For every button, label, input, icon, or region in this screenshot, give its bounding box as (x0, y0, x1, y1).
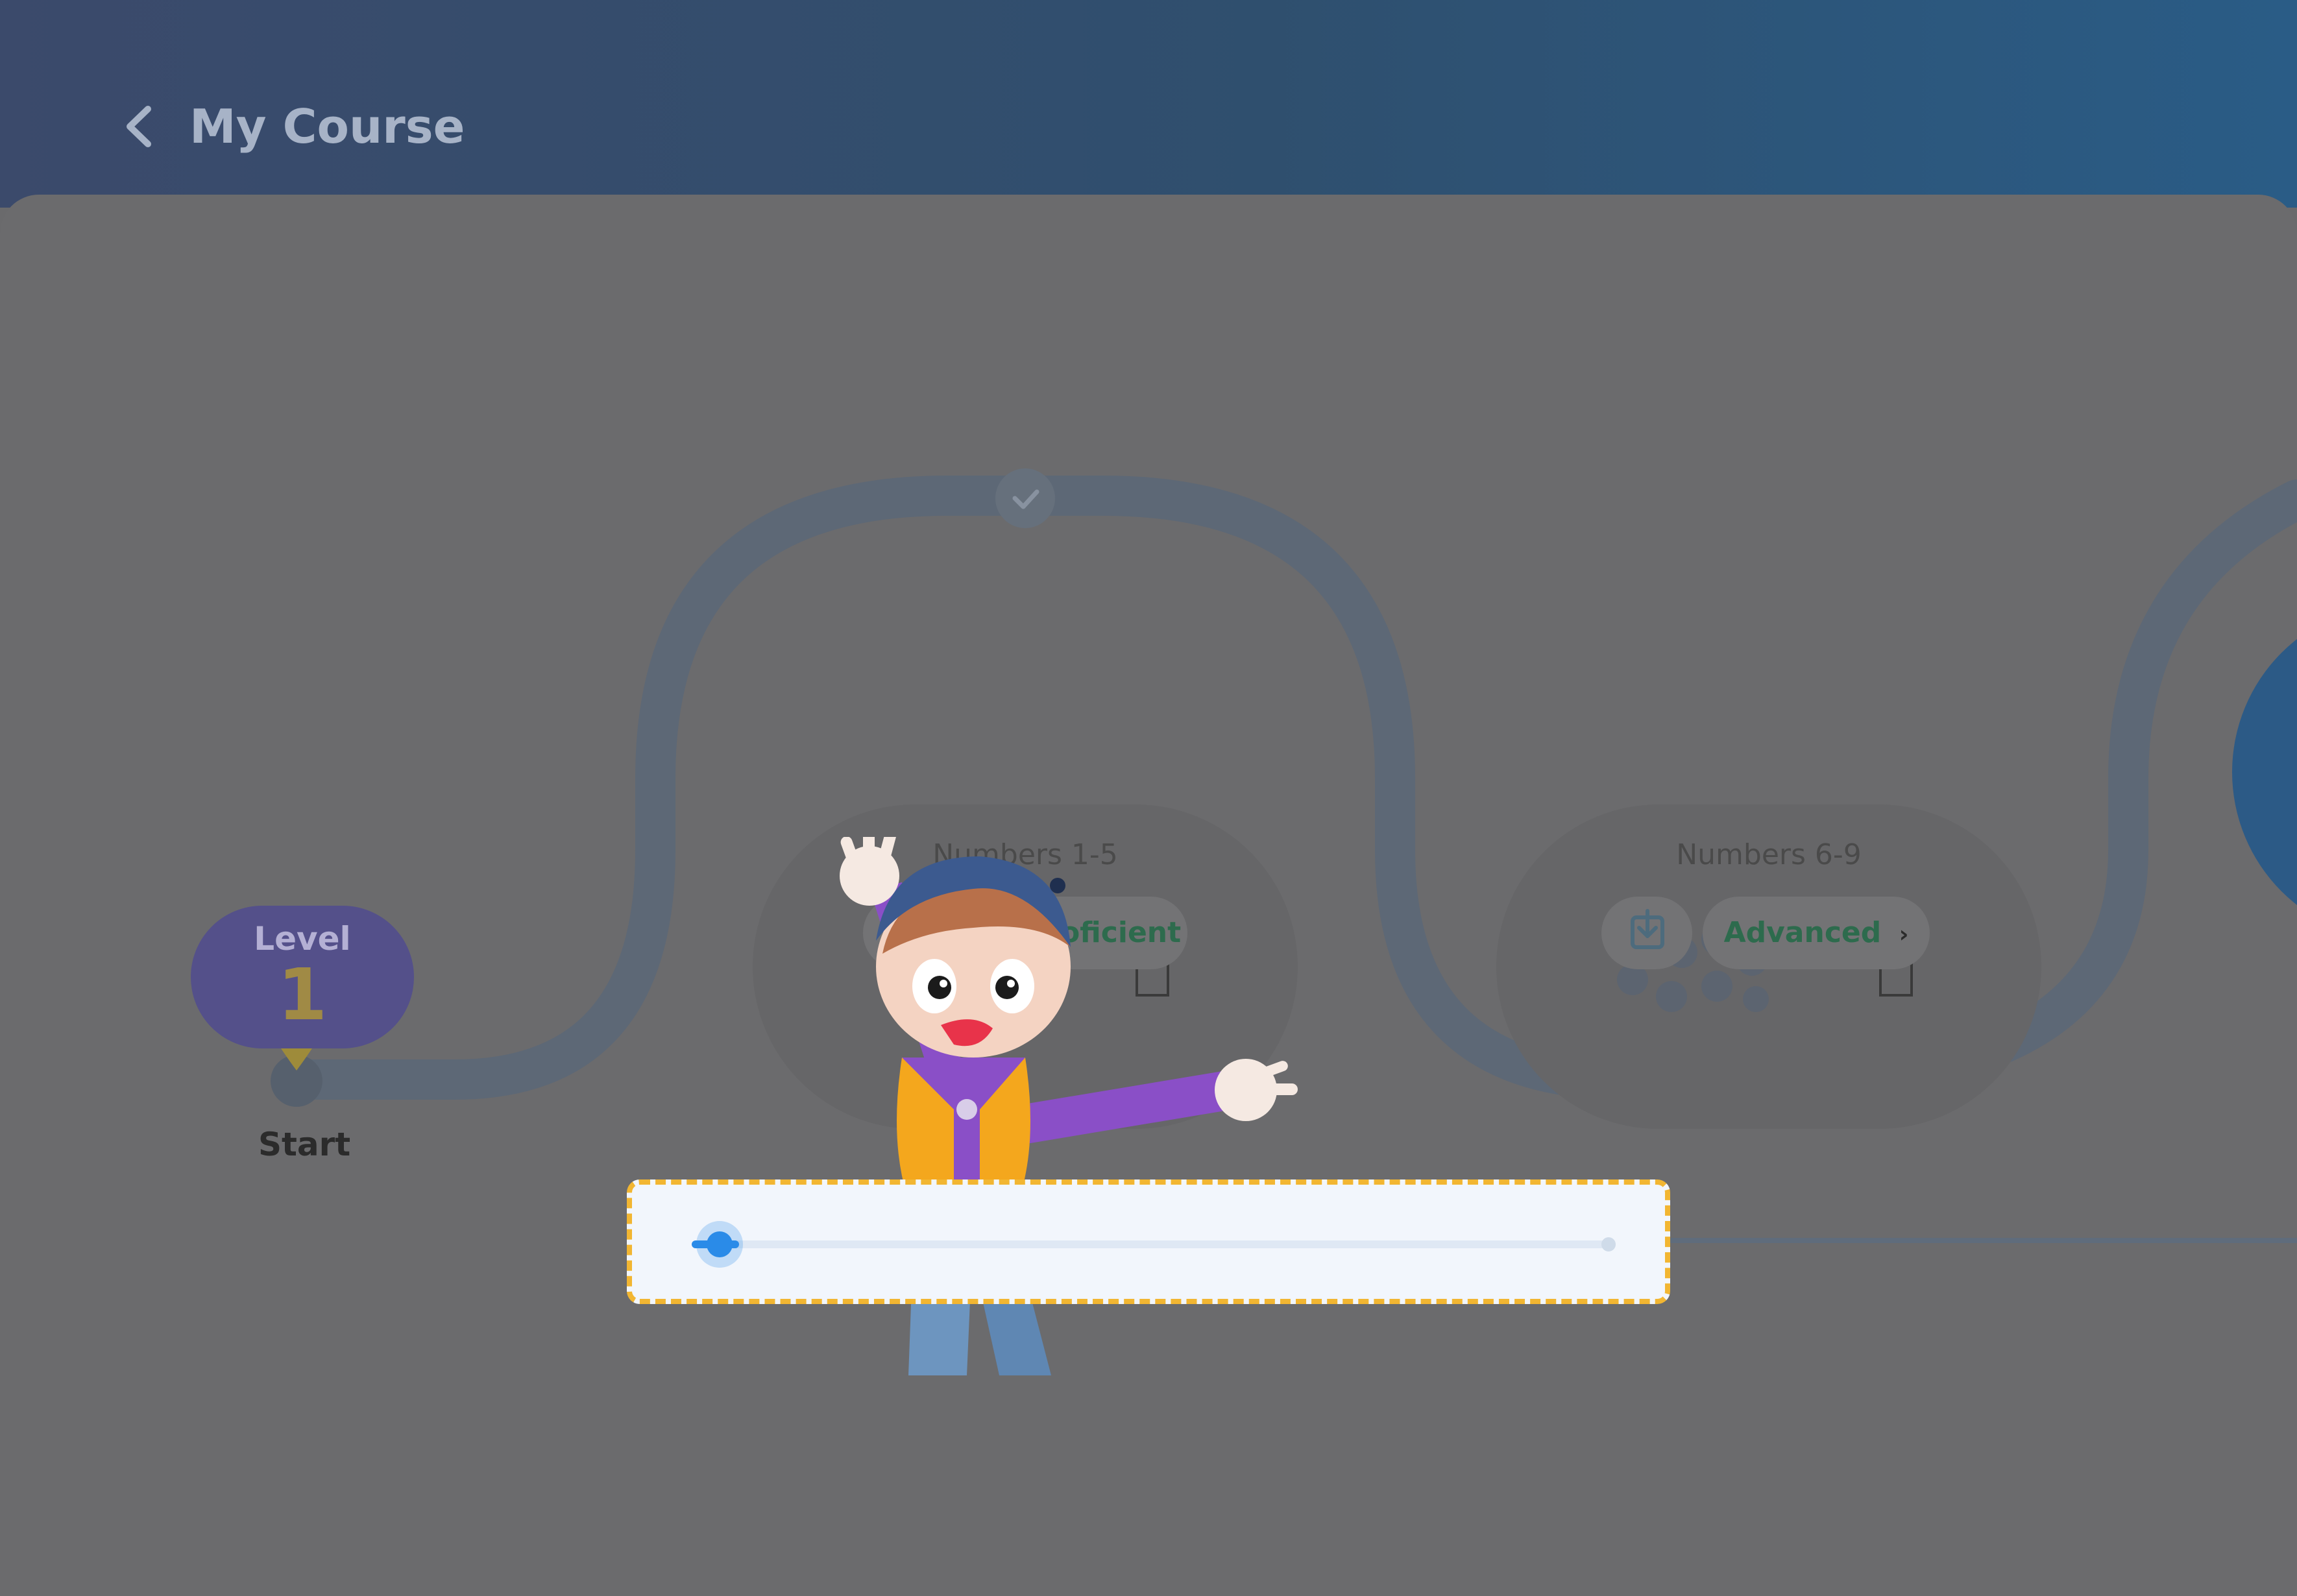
chevron-left-icon (127, 106, 151, 147)
unit-title: Numbers 6-9 (1676, 838, 1862, 871)
level-number: 1 (277, 953, 328, 1036)
start-label: Start (258, 1126, 351, 1163)
back-button[interactable] (104, 91, 175, 162)
path-line-segment (1670, 1238, 2297, 1243)
header-bar: My Course (0, 0, 2297, 208)
next-unit-preview (2232, 639, 2297, 905)
course-map-card: Level 1 Start Numbers 1-5 Proficient › N… (0, 195, 2297, 1596)
progress-slider-highlight (627, 1179, 1670, 1304)
chevron-right-icon: › (1899, 921, 1909, 948)
level-label: Level (254, 920, 351, 958)
level-button-label: Advanced (1723, 916, 1882, 949)
download-icon (1631, 909, 1664, 949)
level-button-advanced[interactable]: Advanced › (1703, 897, 1930, 969)
slider-track[interactable] (692, 1221, 1616, 1268)
page-title: My Course (189, 99, 465, 154)
slider-thumb[interactable] (696, 1221, 743, 1268)
level-badge: Level 1 (191, 906, 414, 1048)
slider-end-dot (1601, 1237, 1616, 1251)
download-button[interactable] (1601, 897, 1692, 969)
checkpoint-1-icon (995, 468, 1055, 528)
